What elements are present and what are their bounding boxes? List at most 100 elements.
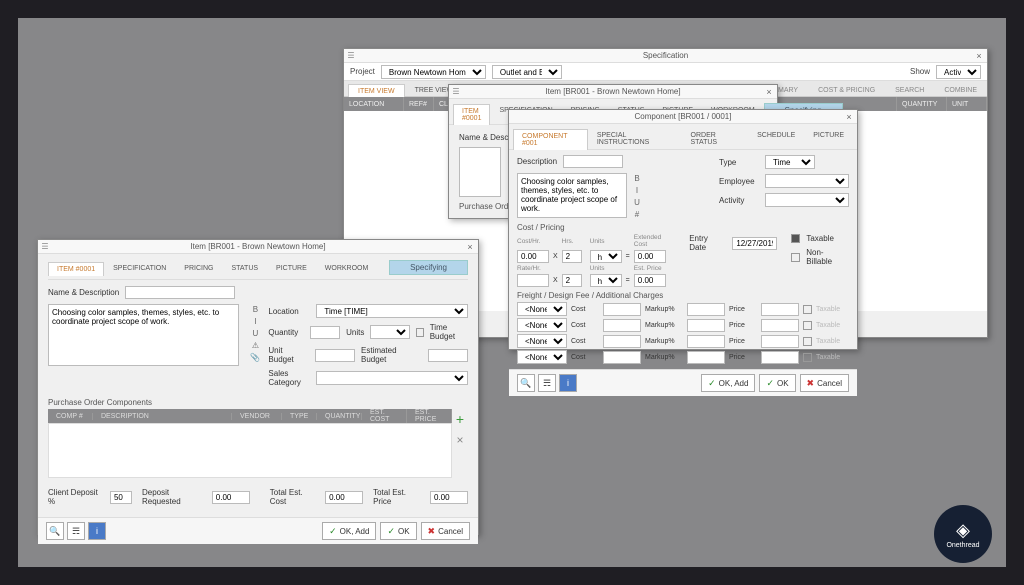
num-icon[interactable]: # [632, 209, 642, 219]
c2-cost[interactable] [603, 319, 641, 332]
comp-desc-input[interactable] [563, 155, 623, 168]
tab-workroom[interactable]: WORKROOM [316, 261, 378, 275]
room-select[interactable]: Outlet and Bundle Room [492, 65, 562, 79]
type-select[interactable]: Time [765, 155, 815, 169]
c2-sel[interactable]: <None> [517, 318, 567, 332]
ib-tab-item[interactable]: ITEM #0001 [453, 104, 490, 125]
item-back-close[interactable]: × [763, 87, 775, 97]
loc-select[interactable]: Time [TIME] [316, 304, 468, 318]
item-close-icon[interactable]: × [464, 242, 476, 252]
underline-icon[interactable]: U [632, 197, 642, 207]
units2[interactable]: hrs. [590, 274, 622, 287]
act-select[interactable] [765, 193, 849, 207]
del-comp-icon[interactable]: × [456, 433, 463, 447]
entry-date[interactable] [732, 237, 777, 250]
bold-icon[interactable]: B [632, 173, 642, 183]
nonbill-chk[interactable] [791, 253, 800, 262]
comp-title: Component [BR001 / 0001] [635, 112, 732, 121]
comp-tab-pic[interactable]: PICTURE [804, 128, 853, 149]
comp-ok-add-btn[interactable]: ✓OK, Add [701, 374, 755, 392]
sc-select[interactable] [316, 371, 468, 385]
comp-tab-instr[interactable]: SPECIAL INSTRUCTIONS [588, 128, 682, 149]
project-select[interactable]: Brown Newtown Home [BR001] [381, 65, 486, 79]
warn-icon[interactable]: ⚠ [250, 340, 260, 350]
ib-desc[interactable] [459, 147, 501, 197]
item-info-btn[interactable]: i [88, 522, 106, 540]
c3-sel[interactable]: <None> [517, 334, 567, 348]
c1-sel[interactable]: <None> [517, 302, 567, 316]
extcost[interactable] [634, 250, 666, 263]
c2-p[interactable] [761, 319, 799, 332]
tab-item-view[interactable]: ITEM VIEW [348, 84, 405, 97]
costhr[interactable] [517, 250, 549, 263]
comp-cancel-btn[interactable]: ✖Cancel [800, 374, 849, 392]
c1-m[interactable] [687, 303, 725, 316]
c4-sel[interactable]: <None> [517, 350, 567, 364]
tab-pricing[interactable]: PRICING [175, 261, 222, 275]
info-icon-btn[interactable]: i [559, 374, 577, 392]
c2-chk[interactable] [803, 321, 812, 330]
item-cancel-btn[interactable]: ✖Cancel [421, 522, 470, 540]
c3-cost[interactable] [603, 335, 641, 348]
ub-input[interactable] [315, 349, 355, 362]
c3-p[interactable] [761, 335, 799, 348]
eb-input[interactable] [428, 349, 468, 362]
taxable-chk[interactable] [791, 234, 800, 243]
item-ok-btn[interactable]: ✓OK [380, 522, 416, 540]
tab-status[interactable]: STATUS [222, 261, 267, 275]
comp-close-icon[interactable]: × [843, 112, 855, 122]
tab-combine[interactable]: COMBINE [934, 83, 987, 96]
main-close-icon[interactable]: × [973, 51, 985, 61]
tab-cost-pricing[interactable]: COST & PRICING [808, 83, 885, 96]
ratehr[interactable] [517, 274, 549, 287]
comp-desc-area[interactable]: Choosing color samples, themes, styles, … [517, 173, 627, 218]
comp-ok-btn[interactable]: ✓OK [759, 374, 795, 392]
tab-spec[interactable]: SPECIFICATION [104, 261, 175, 275]
item-btnbar: 🔍 ☴ i ✓OK, Add ✓OK ✖Cancel [38, 517, 478, 544]
italic-icon[interactable]: I [632, 185, 642, 195]
emp-select[interactable] [765, 174, 849, 188]
tot-cost[interactable] [325, 491, 363, 504]
comp-fmt-icons: B I U # [632, 173, 642, 219]
c4-m[interactable] [687, 351, 725, 364]
item-ok-add-btn[interactable]: ✓OK, Add [322, 522, 376, 540]
tab-item-num[interactable]: ITEM #0001 [48, 262, 104, 276]
qty-input[interactable] [310, 326, 340, 339]
tot-price[interactable] [430, 491, 468, 504]
add-comp-icon[interactable]: + [456, 411, 464, 427]
filter-icon-btn[interactable]: ☴ [538, 374, 556, 392]
c3-m[interactable] [687, 335, 725, 348]
search-icon-btn[interactable]: 🔍 [517, 374, 535, 392]
filter-bar: Project Brown Newtown Home [BR001] Outle… [344, 63, 987, 81]
c3-chk[interactable] [803, 337, 812, 346]
tab-search[interactable]: SEARCH [885, 83, 934, 96]
units1[interactable]: hrs. [590, 250, 622, 263]
c1-chk[interactable] [803, 305, 812, 314]
item-filter-btn[interactable]: ☴ [67, 522, 85, 540]
estprice[interactable] [634, 274, 666, 287]
c2-m[interactable] [687, 319, 725, 332]
clip-icon[interactable]: 📎 [250, 352, 260, 362]
desc-area[interactable]: Choosing color samples, themes, styles, … [48, 304, 239, 366]
c4-p[interactable] [761, 351, 799, 364]
hrs2[interactable] [562, 274, 582, 287]
comp-tab-main[interactable]: COMPONENT #001 [513, 129, 588, 150]
tab-picture[interactable]: PICTURE [267, 261, 316, 275]
bold-icon2[interactable]: B [250, 304, 260, 314]
timebudget-chk[interactable] [416, 328, 424, 337]
hrs1[interactable] [562, 250, 582, 263]
show-select[interactable]: Active [936, 65, 981, 79]
units-select[interactable] [370, 325, 409, 339]
comp-tab-order[interactable]: ORDER STATUS [682, 128, 749, 149]
dep-pct[interactable] [110, 491, 132, 504]
c4-cost[interactable] [603, 351, 641, 364]
c4-chk[interactable] [803, 353, 812, 362]
name-input[interactable] [125, 286, 235, 299]
underline-icon2[interactable]: U [250, 328, 260, 338]
italic-icon2[interactable]: I [250, 316, 260, 326]
c1-p[interactable] [761, 303, 799, 316]
dep-req[interactable] [212, 491, 250, 504]
item-search-btn[interactable]: 🔍 [46, 522, 64, 540]
c1-cost[interactable] [603, 303, 641, 316]
comp-tab-sched[interactable]: SCHEDULE [748, 128, 804, 149]
